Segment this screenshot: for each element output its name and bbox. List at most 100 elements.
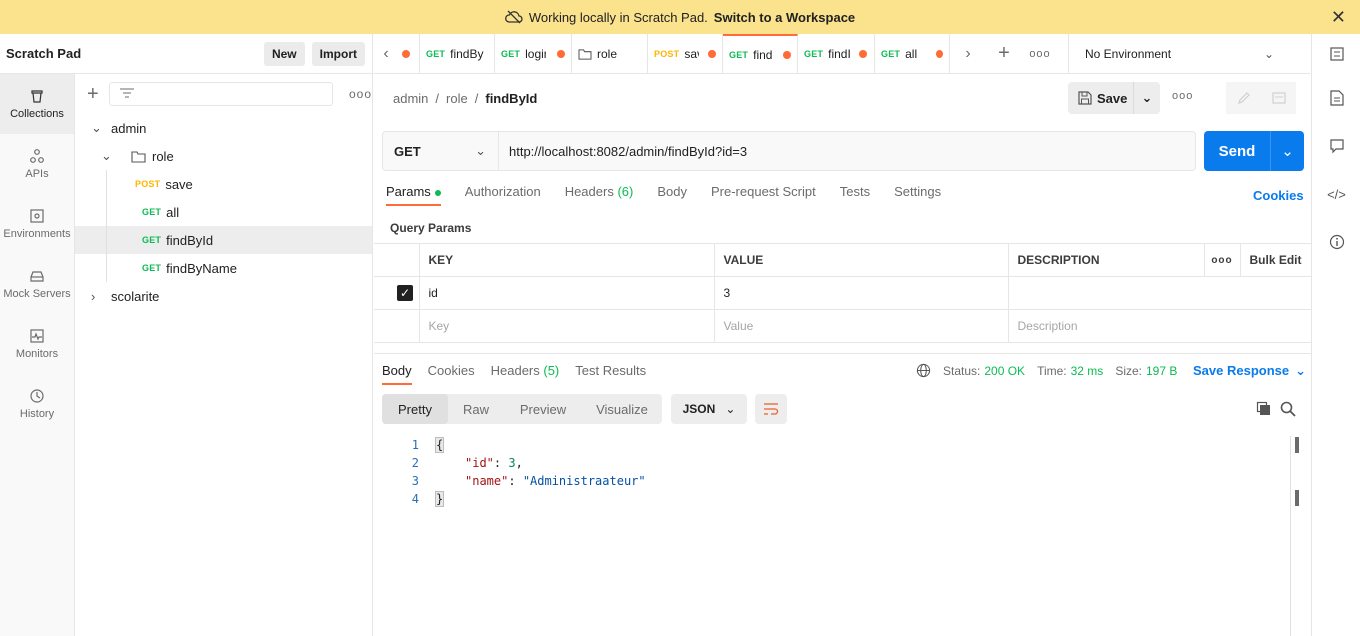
new-description-input[interactable]: Description [1007,309,1311,343]
tab-login[interactable]: GET login [495,34,572,73]
request-more-icon[interactable]: ooo [1172,90,1193,102]
tree-folder-role[interactable]: ⌄ role [75,142,372,170]
new-button[interactable]: New [263,41,305,66]
search-icon[interactable] [1280,401,1296,420]
save-button[interactable]: Save [1068,82,1134,114]
resp-tab-tests[interactable]: Test Results [575,363,646,385]
more-options-icon[interactable]: ooo [349,87,372,101]
params-more-icon[interactable]: ooo [1203,243,1241,277]
param-value[interactable]: 3 [713,276,1009,310]
request-name: findById [166,232,214,248]
rail-history[interactable]: History [0,374,74,434]
tree-request-findbyname[interactable]: GET findByName [75,254,372,282]
method-badge: POST [654,48,680,59]
resp-tab-body[interactable]: Body [382,363,412,385]
send-button[interactable]: Send [1204,131,1271,171]
save-response-button[interactable]: Save Response ⌄ [1193,363,1306,379]
tab-post-save[interactable]: POST sav [648,34,723,73]
tab-body[interactable]: Body [657,184,687,206]
json-brace: } [434,491,445,507]
rail-environments[interactable]: Environments [0,194,74,254]
tab-tests[interactable]: Tests [840,184,870,206]
globe-icon[interactable] [916,363,931,378]
tab-params[interactable]: Params [386,184,441,206]
rail-apis[interactable]: APIs [0,134,74,194]
new-value-input[interactable]: Value [713,309,1009,343]
tree-request-findbyid[interactable]: GET findById [75,226,372,254]
edit-pencil-icon[interactable] [1226,82,1261,114]
response-body-viewer[interactable]: 1 { 2 "id": 3, 3 "name": "Administraateu… [382,436,1290,508]
new-key-input[interactable]: Key [418,309,715,343]
bulk-edit-button[interactable]: Bulk Edit [1239,243,1311,277]
cookies-link[interactable]: Cookies [1253,188,1304,203]
format-select[interactable]: JSON ⌄ [671,394,747,424]
tab-headers[interactable]: Headers (6) [565,184,634,206]
param-key[interactable]: id [418,276,715,310]
documentation-icon[interactable] [1312,74,1360,122]
breadcrumb-admin[interactable]: admin [393,91,428,106]
method-badge: POST [135,179,161,189]
filter-input[interactable] [108,82,333,106]
rail-monitors[interactable]: Monitors [0,314,74,374]
new-tab-icon[interactable]: + [986,34,1022,73]
method-badge: GET [142,235,162,245]
breadcrumb-role[interactable]: role [446,91,468,106]
folder-name: role [152,148,174,164]
collection-name: scolarite [111,288,160,304]
method-badge: GET [501,48,521,59]
resp-tab-cookies[interactable]: Cookies [428,363,475,385]
switch-workspace-link[interactable]: Switch to a Workspace [714,10,855,25]
tab-prerequest[interactable]: Pre-request Script [711,184,816,206]
col-value-header: VALUE [713,243,1009,277]
fmt-visualize[interactable]: Visualize [582,394,662,424]
code-icon[interactable]: </> [1312,170,1360,218]
environment-select[interactable]: No Environment ⌄ [1068,34,1288,73]
wrap-lines-button[interactable] [755,394,787,424]
method-select[interactable]: GET ⌄ [383,132,499,170]
resp-tab-headers[interactable]: Headers (5) [491,363,560,385]
method-badge: GET [142,263,162,273]
save-dropdown-icon[interactable]: ⌄ [1134,90,1160,106]
rail-mock-servers[interactable]: Mock Servers [0,254,74,314]
tabs-more-icon[interactable]: ooo [1022,34,1058,73]
tree-collection-admin[interactable]: ⌄ admin [75,114,372,142]
tab-findby[interactable]: GET findBy [420,34,495,73]
row-checkbox[interactable]: ✓ [397,285,413,301]
col-key-header: KEY [418,243,715,277]
tab-authorization[interactable]: Authorization [465,184,541,206]
param-description[interactable] [1007,276,1311,310]
row-checkbox-cell: ✓ [374,276,420,310]
scroll-left-icon[interactable]: ‹ [374,34,398,73]
fmt-raw[interactable]: Raw [448,394,504,424]
status-value: 200 OK [984,363,1026,378]
rail-collections[interactable]: Collections [0,74,74,134]
breadcrumb-current[interactable]: findById [485,91,537,106]
tab-findi[interactable]: GET findI [798,34,875,73]
scroll-right-icon[interactable]: › [950,34,986,73]
tree-request-save[interactable]: POST save [75,170,372,198]
fmt-preview[interactable]: Preview [504,394,582,424]
collections-icon [31,90,43,103]
close-banner-icon[interactable]: ✕ [1331,8,1346,26]
info-icon[interactable] [1312,218,1360,266]
import-button[interactable]: Import [311,41,365,66]
tab-all[interactable]: GET all [875,34,950,73]
view-docs-icon[interactable] [1261,82,1296,114]
tab-settings[interactable]: Settings [894,184,941,206]
tab-find-active[interactable]: GET find [723,34,798,73]
code-scrollbar-track[interactable] [1290,436,1291,636]
fmt-pretty[interactable]: Pretty [382,394,448,424]
comments-icon[interactable] [1312,122,1360,170]
save-response-label: Save Response [1193,363,1290,378]
send-dropdown-icon[interactable]: ⌄ [1271,131,1304,171]
add-collection-icon[interactable]: + [87,84,99,104]
url-input[interactable]: http://localhost:8082/admin/findById?id=… [499,132,1195,170]
copy-icon[interactable] [1256,401,1272,420]
scratch-pad-title: Scratch Pad [6,46,82,61]
environment-quick-look-icon[interactable] [1312,34,1360,74]
tree-request-all[interactable]: GET all [75,198,372,226]
tab-partial[interactable] [398,34,420,73]
tree-collection-scolarite[interactable]: › scolarite [75,282,372,310]
tab-role[interactable]: role [572,34,648,73]
json-brace: { [434,437,445,453]
